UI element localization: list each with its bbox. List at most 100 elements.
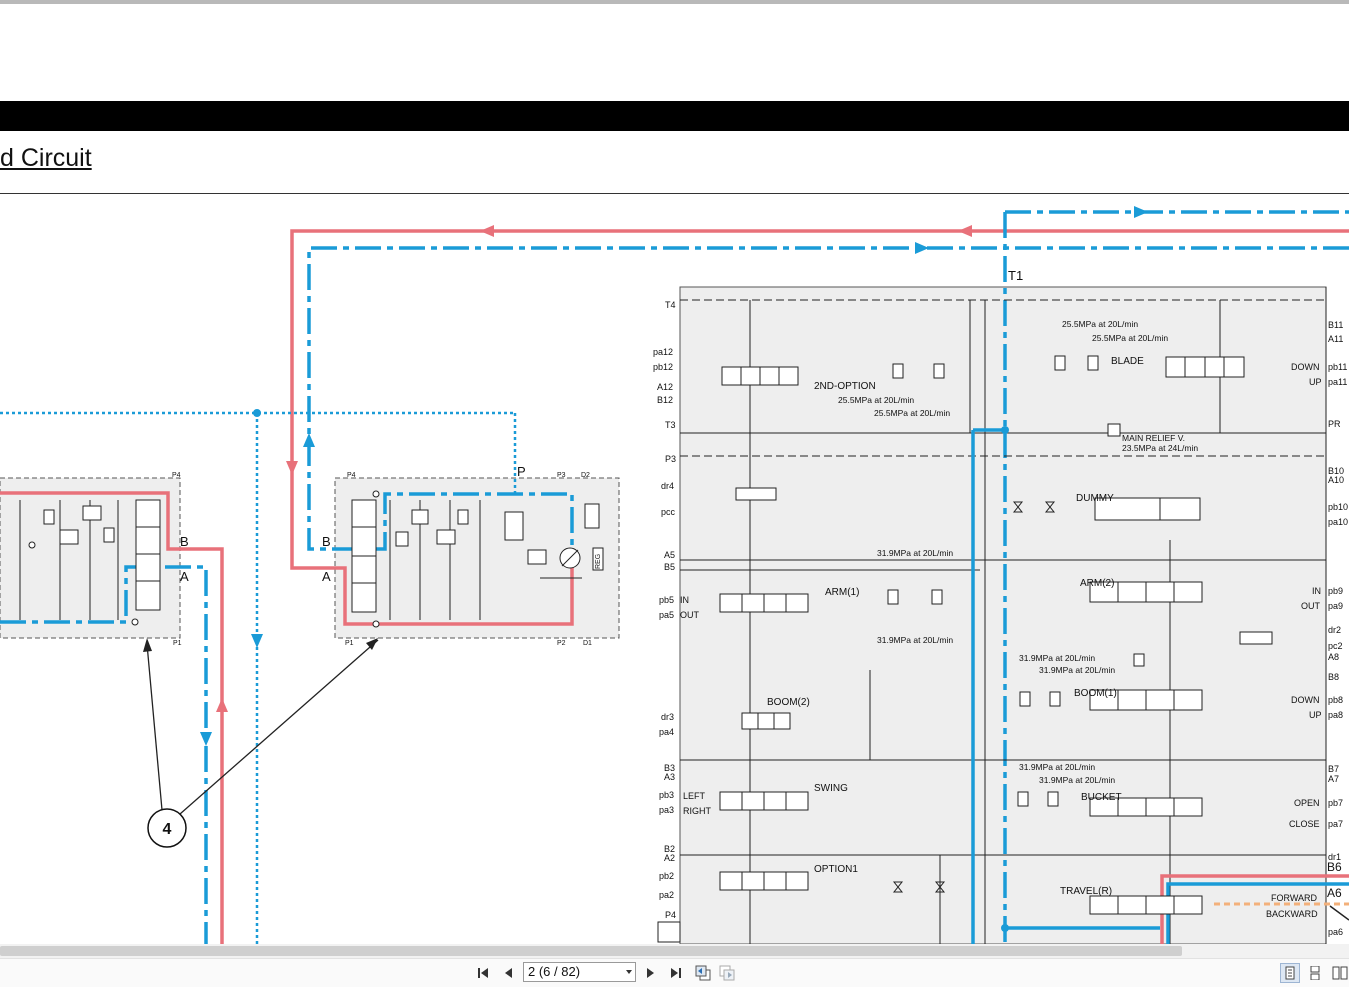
regulator-label: REG bbox=[595, 554, 602, 569]
dir-out9: OUT bbox=[1301, 601, 1321, 611]
hydraulic-schematic: B A P4 P1 B A P P4 P3 D2 P1 P2 D1 REG 4 … bbox=[0, 206, 1349, 944]
port-t3: T3 bbox=[665, 420, 676, 430]
continuous-view-button[interactable] bbox=[1305, 963, 1325, 983]
port-pb8: pb8 bbox=[1328, 695, 1343, 705]
mid-port-b: B bbox=[322, 534, 331, 549]
mid-port-p2: P2 bbox=[557, 640, 566, 647]
port-pb5: pb5 bbox=[659, 595, 674, 605]
pressure-arm-a: 31.9MPa at 20L/min bbox=[877, 548, 953, 558]
port-b11: B11 bbox=[1328, 320, 1343, 330]
dir-up11: UP bbox=[1309, 377, 1322, 387]
port-pa7: pa7 bbox=[1328, 819, 1343, 829]
label-2nd-option: 2ND-OPTION bbox=[814, 381, 876, 392]
dir-forward: FORWARD bbox=[1271, 893, 1317, 903]
pressure-bucket-a: 31.9MPa at 20L/min bbox=[1019, 762, 1095, 772]
pressure-boom-b: 31.9MPa at 20L/min bbox=[1039, 665, 1115, 675]
dir-down8: DOWN bbox=[1291, 695, 1320, 705]
dir-left3: LEFT bbox=[683, 791, 706, 801]
first-page-button[interactable] bbox=[474, 963, 494, 983]
port-pb11: pb11 bbox=[1328, 362, 1347, 372]
port-a8: A8 bbox=[1328, 652, 1339, 662]
pressure-2nd-option-b: 25.5MPa at 20L/min bbox=[874, 408, 950, 418]
previous-view-icon bbox=[695, 965, 711, 981]
port-pa3: pa3 bbox=[659, 805, 674, 815]
port-pa11: pa11 bbox=[1328, 377, 1347, 387]
a6-leader bbox=[1329, 905, 1349, 921]
port-dr3: dr3 bbox=[661, 712, 674, 722]
port-pa6: pa6 bbox=[1328, 927, 1343, 937]
document-viewport: d Circuit B A P4 P1 B A P P4 P3 D2 P1 P2… bbox=[0, 0, 1349, 944]
single-page-view-button[interactable] bbox=[1280, 963, 1300, 983]
port-pa12: pa12 bbox=[653, 347, 673, 357]
pressure-bucket-b: 31.9MPa at 20L/min bbox=[1039, 775, 1115, 785]
previous-page-button[interactable] bbox=[498, 963, 518, 983]
viewer-top-border bbox=[0, 0, 1349, 4]
last-page-icon bbox=[671, 968, 681, 978]
port-b12: B12 bbox=[657, 395, 673, 405]
next-page-icon bbox=[647, 968, 654, 978]
label-main-relief: MAIN RELIEF V. bbox=[1122, 433, 1185, 443]
pressure-blade-b: 25.5MPa at 20L/min bbox=[1092, 333, 1168, 343]
port-pa5: pa5 bbox=[659, 610, 674, 620]
left-port-p4: P4 bbox=[172, 472, 181, 479]
label-main-relief-setting: 23.5MPa at 24L/min bbox=[1122, 443, 1198, 453]
control-valve-block bbox=[679, 286, 1327, 944]
mid-port-p4: P4 bbox=[347, 472, 356, 479]
horizontal-scrollbar[interactable] bbox=[0, 944, 1349, 958]
mid-port-d1: D1 bbox=[583, 640, 592, 647]
dir-down11: DOWN bbox=[1291, 362, 1320, 372]
page-number-select[interactable]: 2 (6 / 82) bbox=[523, 962, 636, 982]
port-a3: A3 bbox=[664, 772, 675, 782]
left-port-b: B bbox=[180, 534, 189, 549]
port-b7: B7 bbox=[1328, 764, 1339, 774]
port-pb9: pb9 bbox=[1328, 586, 1343, 596]
viewer-toolbar: 2 (6 / 82) bbox=[0, 958, 1349, 987]
port-pb7: pb7 bbox=[1328, 798, 1343, 808]
callout-number: 4 bbox=[163, 821, 172, 838]
right-port-labels: B11 A11 pb11 pa11 PR B10 A10 pb10 pa10 p… bbox=[1327, 320, 1348, 937]
last-page-button[interactable] bbox=[665, 963, 685, 983]
mid-port-p3: P3 bbox=[557, 472, 566, 479]
title-rule bbox=[0, 193, 1349, 194]
two-page-view-button[interactable] bbox=[1330, 963, 1349, 983]
port-a10: A10 bbox=[1328, 475, 1344, 485]
port-dr4: dr4 bbox=[661, 481, 674, 491]
page-header-bar bbox=[0, 101, 1349, 131]
mid-port-p1: P1 bbox=[345, 640, 354, 647]
label-travel: TRAVEL(R) bbox=[1060, 886, 1112, 897]
two-page-icon bbox=[1332, 966, 1347, 980]
scrollbar-thumb[interactable] bbox=[0, 946, 1182, 956]
port-t4: T4 bbox=[665, 300, 676, 310]
left-port-labels: T4 pa12 pb12 A12 B12 T3 P3 dr4 pcc A5 B5… bbox=[653, 300, 676, 920]
label-boom1: BOOM(1) bbox=[1074, 688, 1117, 699]
left-port-a: A bbox=[180, 569, 189, 584]
page-title: d Circuit bbox=[0, 144, 92, 172]
pressure-boom-a: 31.9MPa at 20L/min bbox=[1019, 653, 1095, 663]
port-b8: B8 bbox=[1328, 672, 1339, 682]
mid-port-d2: D2 bbox=[581, 472, 590, 479]
port-pcc: pcc bbox=[661, 507, 676, 517]
port-b6: B6 bbox=[1327, 860, 1342, 874]
port-pb2: pb2 bbox=[659, 871, 674, 881]
previous-view-button[interactable] bbox=[692, 963, 714, 983]
single-page-icon bbox=[1285, 966, 1295, 980]
next-page-button[interactable] bbox=[641, 963, 661, 983]
pressure-blade-a: 25.5MPa at 20L/min bbox=[1062, 319, 1138, 329]
label-swing: SWING bbox=[814, 783, 848, 794]
next-view-button[interactable] bbox=[716, 963, 738, 983]
mid-port-a: A bbox=[322, 569, 331, 584]
port-a2: A2 bbox=[664, 853, 675, 863]
first-page-icon bbox=[478, 968, 488, 978]
next-view-icon bbox=[719, 965, 735, 981]
callout-4-leaders bbox=[143, 638, 379, 815]
port-pr: PR bbox=[1328, 419, 1341, 429]
label-bucket: BUCKET bbox=[1081, 792, 1122, 803]
port-p4: P4 bbox=[665, 910, 676, 920]
label-arm1: ARM(1) bbox=[825, 587, 859, 598]
chevron-down-icon bbox=[626, 970, 632, 974]
label-blade: BLADE bbox=[1111, 356, 1144, 367]
page-indicator: 2 (6 / 82) bbox=[528, 964, 581, 979]
port-p3: P3 bbox=[665, 454, 676, 464]
label-boom2: BOOM(2) bbox=[767, 697, 810, 708]
port-pa10: pa10 bbox=[1328, 517, 1348, 527]
